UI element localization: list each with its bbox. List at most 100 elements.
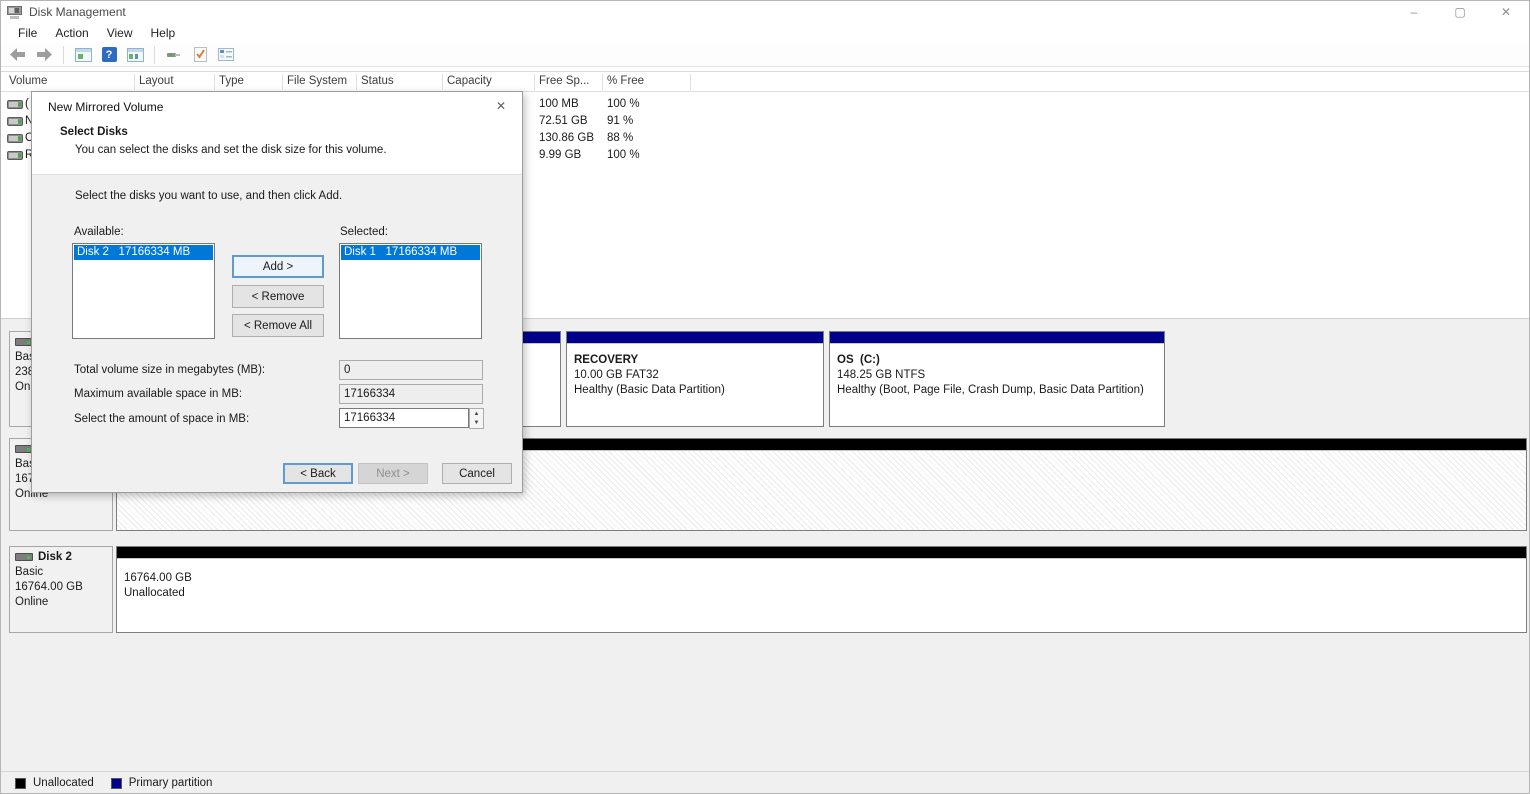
free-space-value: 72.51 GB — [539, 115, 588, 127]
column-divider — [690, 74, 691, 90]
disk2-capacity: 16764.00 GB — [15, 581, 107, 593]
volume-icon — [7, 100, 23, 109]
col-free-space[interactable]: Free Sp... — [539, 75, 590, 87]
volume-icon — [7, 134, 23, 143]
remove-button[interactable]: < Remove — [232, 285, 324, 308]
total-volume-size-field — [339, 360, 483, 380]
primary-partition-legend-label: Primary partition — [129, 777, 213, 789]
disk2-name: Disk 2 — [38, 551, 72, 563]
menu-action[interactable]: Action — [46, 24, 97, 42]
col-type[interactable]: Type — [219, 75, 244, 87]
partition-name: OS (C:) — [837, 354, 1157, 366]
column-divider — [534, 74, 535, 90]
next-button: Next > — [358, 463, 428, 484]
pct-free-value: 91 % — [607, 115, 633, 127]
partition-size-fs: 148.25 GB NTFS — [837, 369, 1157, 381]
dialog-header: New Mirrored Volume ✕ Select Disks You c… — [32, 92, 522, 175]
maximize-button[interactable]: ▢ — [1437, 1, 1483, 23]
back-icon[interactable] — [7, 45, 29, 65]
pct-free-value: 100 % — [607, 98, 640, 110]
region-label: Unallocated — [124, 587, 1519, 599]
available-listbox[interactable]: Disk 2 17166334 MB — [72, 243, 215, 339]
new-mirrored-volume-dialog: New Mirrored Volume ✕ Select Disks You c… — [31, 91, 523, 493]
cancel-button[interactable]: Cancel — [442, 463, 512, 484]
add-button[interactable]: Add > — [232, 255, 324, 278]
col-volume[interactable]: Volume — [9, 75, 47, 87]
legend-bar: Unallocated Primary partition — [1, 771, 1529, 794]
unallocated-legend-swatch — [15, 778, 26, 789]
disk2-status: Online — [15, 596, 107, 608]
volume-icon — [7, 117, 23, 126]
partition-status: Healthy (Basic Data Partition) — [574, 384, 816, 396]
disk-icon — [15, 553, 33, 561]
window-title: Disk Management — [29, 5, 126, 19]
menu-help[interactable]: Help — [142, 24, 185, 42]
spinner-down-icon[interactable]: ▼ — [470, 419, 483, 429]
check-document-icon[interactable] — [189, 45, 211, 65]
close-button[interactable]: ✕ — [1483, 1, 1529, 23]
free-space-value: 9.99 GB — [539, 149, 581, 161]
tool-icon[interactable] — [163, 45, 185, 65]
available-label: Available: — [74, 226, 124, 238]
menu-file[interactable]: File — [9, 24, 46, 42]
column-divider — [282, 74, 283, 90]
column-divider — [134, 74, 135, 90]
disk2-unallocated-region[interactable]: 16764.00 GB Unallocated — [116, 546, 1527, 633]
available-list-item[interactable]: Disk 2 17166334 MB — [74, 245, 213, 260]
volume-icon — [7, 151, 23, 160]
back-button[interactable]: < Back — [283, 463, 353, 484]
col-capacity[interactable]: Capacity — [447, 75, 492, 87]
app-icon — [7, 6, 22, 19]
partition-status: Healthy (Boot, Page File, Crash Dump, Ba… — [837, 384, 1157, 396]
forward-icon[interactable] — [33, 45, 55, 65]
col-status[interactable]: Status — [361, 75, 394, 87]
primary-partition-bar — [567, 332, 823, 343]
col-file-system[interactable]: File System — [287, 75, 347, 87]
free-space-value: 100 MB — [539, 98, 579, 110]
titlebar: Disk Management – ▢ ✕ — [1, 1, 1529, 23]
disk2-info-panel[interactable]: Disk 2 Basic 16764.00 GB Online — [9, 546, 113, 633]
unallocated-legend-label: Unallocated — [33, 777, 94, 789]
dialog-heading: Select Disks — [60, 126, 128, 138]
free-space-value: 130.86 GB — [539, 132, 594, 144]
select-amount-field[interactable] — [339, 408, 469, 428]
dialog-instruction: Select the disks you want to use, and th… — [75, 190, 342, 202]
region-size: 16764.00 GB — [124, 572, 1519, 584]
col-layout[interactable]: Layout — [139, 75, 174, 87]
disk0-partition-os-c[interactable]: OS (C:) 148.25 GB NTFS Healthy (Boot, Pa… — [829, 331, 1165, 427]
menu-view[interactable]: View — [98, 24, 142, 42]
properties-list-icon[interactable] — [215, 45, 237, 65]
disk2-type: Basic — [15, 566, 107, 578]
dialog-close-icon[interactable]: ✕ — [490, 96, 512, 116]
col-pct-free[interactable]: % Free — [607, 75, 644, 87]
selected-list-item[interactable]: Disk 1 17166334 MB — [341, 245, 480, 260]
volume-list-header: Volume Layout Type File System Status Ca… — [1, 72, 1529, 92]
primary-partition-bar — [830, 332, 1164, 343]
console-tree-icon[interactable] — [72, 45, 94, 65]
partition-name: RECOVERY — [574, 354, 816, 366]
column-divider — [214, 74, 215, 90]
max-available-space-field — [339, 384, 483, 404]
selected-label: Selected: — [340, 226, 388, 238]
column-divider — [442, 74, 443, 90]
partition-size-fs: 10.00 GB FAT32 — [574, 369, 816, 381]
selected-listbox[interactable]: Disk 1 17166334 MB — [339, 243, 482, 339]
remove-all-button[interactable]: < Remove All — [232, 314, 324, 337]
amount-spinner[interactable]: ▲ ▼ — [469, 408, 484, 429]
spinner-up-icon[interactable]: ▲ — [470, 409, 483, 419]
minimize-button[interactable]: – — [1391, 1, 1437, 23]
unallocated-bar — [117, 547, 1526, 558]
help-icon[interactable]: ? — [98, 45, 120, 65]
disk0-partition-recovery[interactable]: RECOVERY 10.00 GB FAT32 Healthy (Basic D… — [566, 331, 824, 427]
show-hide-console-icon[interactable] — [124, 45, 146, 65]
column-divider — [356, 74, 357, 90]
column-divider — [602, 74, 603, 90]
select-amount-label: Select the amount of space in MB: — [74, 413, 249, 425]
pct-free-value: 88 % — [607, 132, 633, 144]
region-body: 16764.00 GB Unallocated — [117, 558, 1526, 632]
dialog-title: New Mirrored Volume — [48, 100, 163, 114]
partition-body: RECOVERY 10.00 GB FAT32 Healthy (Basic D… — [567, 343, 823, 426]
partition-body: OS (C:) 148.25 GB NTFS Healthy (Boot, Pa… — [830, 343, 1164, 426]
pct-free-value: 100 % — [607, 149, 640, 161]
max-available-space-label: Maximum available space in MB: — [74, 388, 242, 400]
